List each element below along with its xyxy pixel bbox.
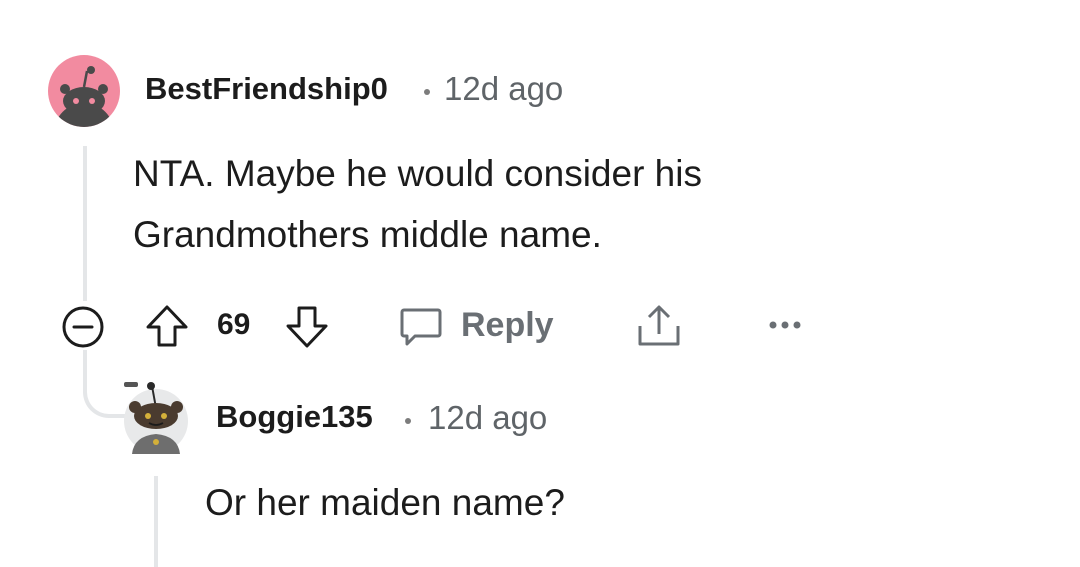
comment-body-line-2: Grandmothers middle name. bbox=[133, 214, 602, 255]
more-options-icon[interactable] bbox=[768, 318, 802, 332]
avatar-bestfriendship0[interactable] bbox=[48, 55, 120, 127]
reply-username[interactable]: Boggie135 bbox=[216, 399, 373, 435]
comment-username[interactable]: BestFriendship0 bbox=[145, 71, 388, 107]
separator-dot bbox=[424, 89, 430, 95]
collapse-minus-icon[interactable] bbox=[61, 305, 105, 349]
comment-timestamp: 12d ago bbox=[444, 70, 564, 107]
thread-elbow bbox=[83, 350, 127, 418]
thread-line-main bbox=[83, 146, 87, 301]
downvote-arrow-icon[interactable] bbox=[284, 304, 330, 350]
thread-line-reply bbox=[154, 476, 158, 567]
share-icon[interactable] bbox=[636, 302, 682, 350]
reply-timestamp: 12d ago bbox=[428, 399, 548, 436]
vote-score: 69 bbox=[217, 308, 251, 341]
upvote-arrow-icon[interactable] bbox=[144, 303, 190, 349]
snoo-icon bbox=[54, 66, 114, 127]
snoo-costume-icon bbox=[124, 382, 188, 454]
avatar-boggie135[interactable] bbox=[122, 380, 190, 454]
reply-separator-dot bbox=[405, 418, 411, 424]
comment-body-line-1: NTA. Maybe he would consider his bbox=[133, 153, 702, 194]
reply-body: Or her maiden name? bbox=[205, 482, 565, 523]
speech-bubble-icon[interactable] bbox=[398, 304, 444, 350]
reply-button[interactable]: Reply bbox=[461, 306, 554, 345]
